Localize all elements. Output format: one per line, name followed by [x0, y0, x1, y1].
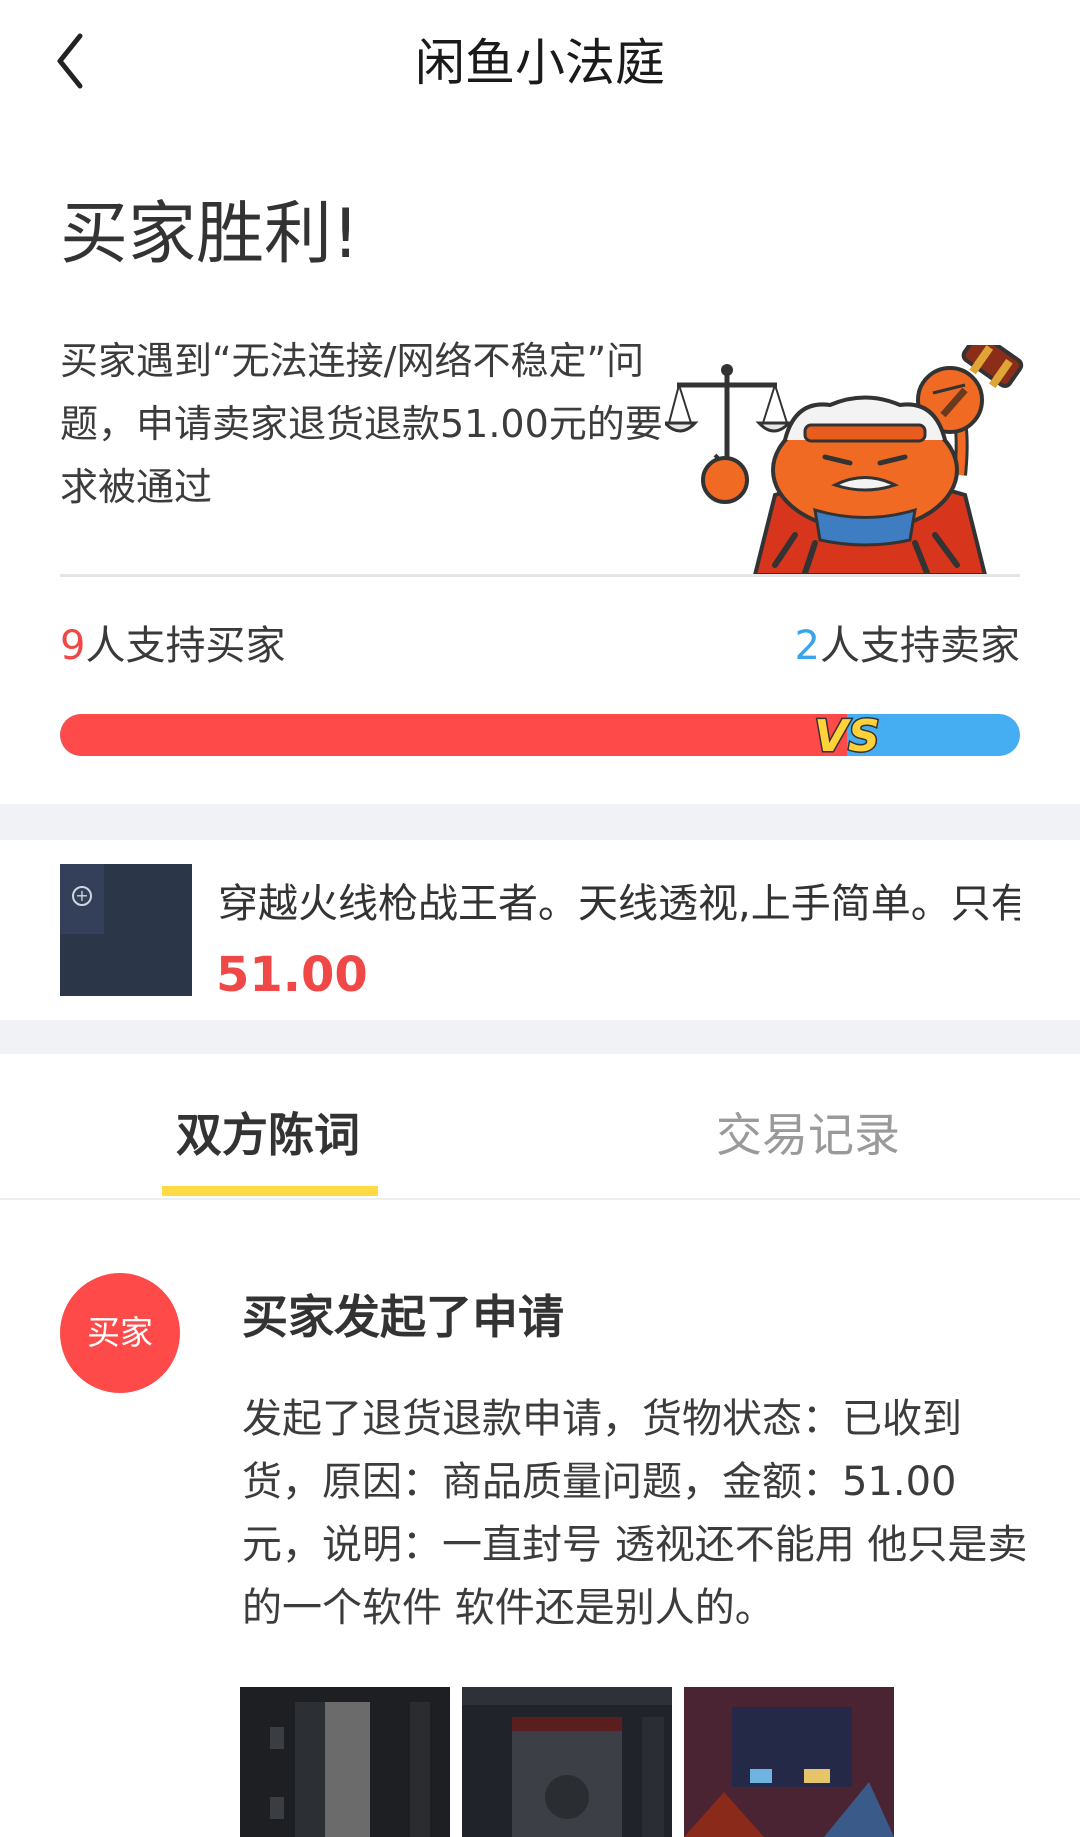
buyer-count: 9 — [60, 623, 86, 669]
tab-transaction-records[interactable]: 交易记录 — [716, 1104, 900, 1166]
tab-statements[interactable]: 双方陈词 — [176, 1104, 360, 1166]
buyer-avatar: 买家 — [60, 1273, 180, 1393]
divider — [60, 574, 1020, 577]
plus-circle-icon: + — [72, 886, 92, 906]
evidence-image-2[interactable] — [462, 1687, 672, 1837]
entry-title: 买家发起了申请 — [242, 1290, 564, 1344]
active-tab-indicator — [162, 1186, 378, 1196]
buyer-support-label: 人支持买家 — [85, 623, 286, 669]
buyer-support-count: 9人支持买家 — [60, 620, 285, 672]
vs-badge: VS — [813, 710, 882, 764]
evidence-image-3[interactable] — [684, 1687, 894, 1837]
section-gap — [0, 804, 1080, 840]
tab-bar: 双方陈词 交易记录 — [0, 1054, 1080, 1200]
section-gap — [0, 1020, 1080, 1054]
product-price: 51.00 — [216, 947, 368, 1003]
product-title: 穿越火线枪战王者。天线透视,上手简单。只有 — [218, 881, 1020, 927]
verdict-title: 买家胜利! — [60, 195, 360, 274]
seller-support-count: 2人支持卖家 — [795, 620, 1020, 672]
page-title: 闲鱼小法庭 — [415, 34, 665, 92]
product-thumbnail: + — [60, 864, 192, 996]
seller-count: 2 — [794, 623, 820, 669]
top-nav-bar: 闲鱼小法庭 — [0, 0, 1080, 128]
vs-label: VS — [814, 711, 880, 762]
entry-body: 发起了退货退款申请，货物状态：已收到货，原因：商品质量问题，金额：51.00元，… — [242, 1396, 1028, 1631]
evidence-image-1[interactable] — [240, 1687, 450, 1837]
seller-support-label: 人支持卖家 — [820, 623, 1020, 669]
product-card[interactable]: + 穿越火线枪战王者。天线透视,上手简单。只有 51.00 — [0, 840, 1080, 1020]
verdict-description: 买家遇到“无法连接/网络不稳定”问题，申请卖家退货退款51.00元的要求被通过 — [60, 339, 663, 509]
buyer-vote-fill — [60, 714, 848, 756]
crab-judge-illustration — [665, 345, 1024, 575]
